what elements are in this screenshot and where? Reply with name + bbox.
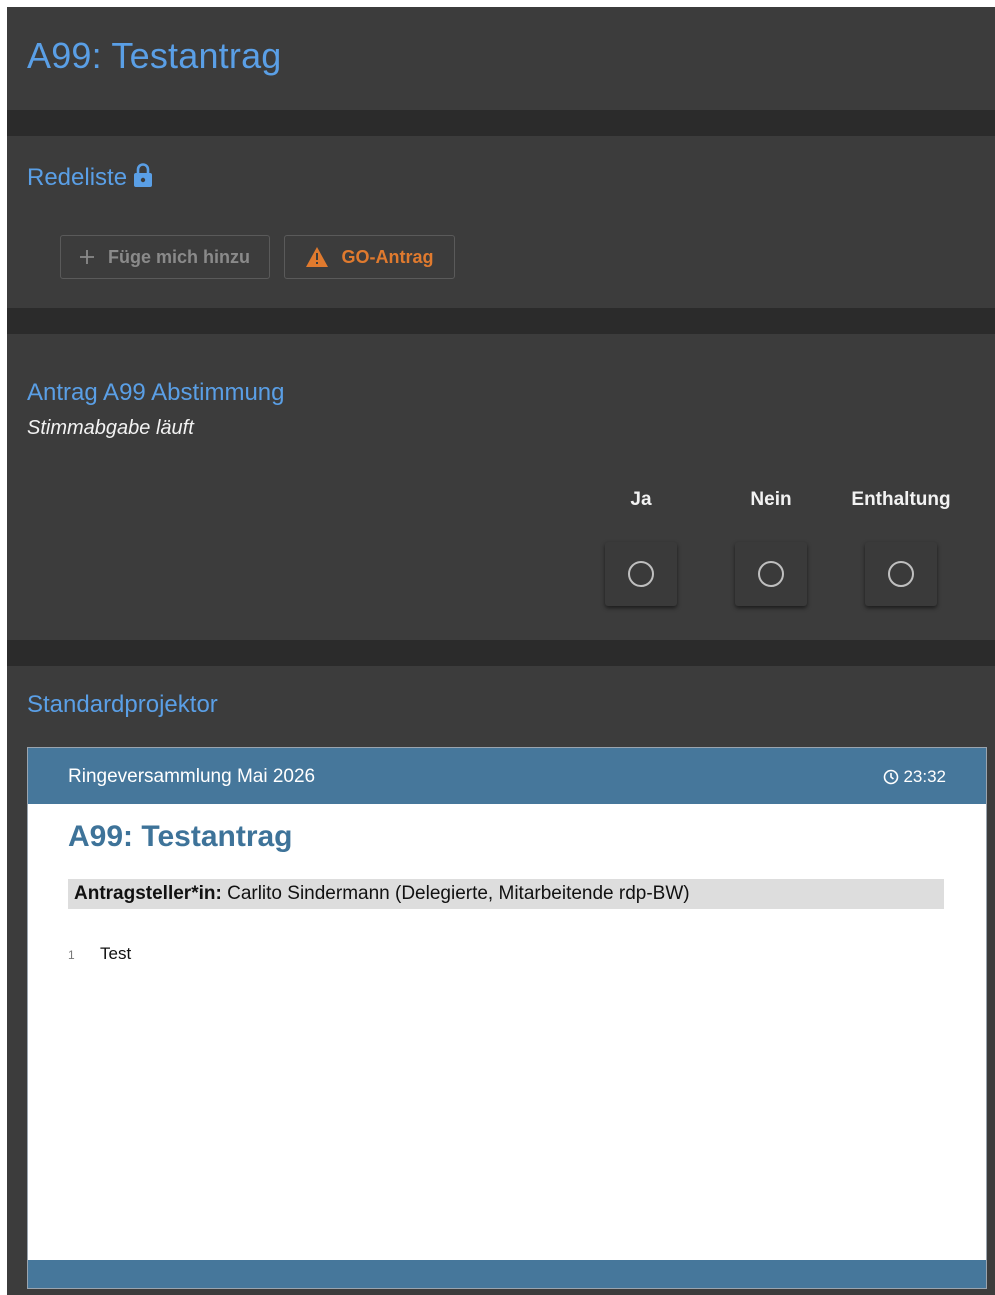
go-motion-label: GO-Antrag — [341, 246, 434, 267]
plus-icon — [80, 250, 94, 264]
warning-icon — [305, 247, 328, 267]
projector-view: Ringeversammlung Mai 2026 23:32 A99: Tes… — [27, 747, 987, 1289]
vote-label-nein: Nein — [750, 489, 792, 510]
submitter-box: Antragsteller*in: Carlito Sindermann (De… — [68, 879, 944, 909]
projector-header: Ringeversammlung Mai 2026 23:32 — [28, 748, 986, 804]
speakers-title: Redeliste — [27, 164, 128, 191]
projector-card: Standardprojektor Ringeversammlung Mai 2… — [7, 666, 995, 1295]
radio-icon — [628, 561, 654, 587]
projector-footer — [28, 1260, 986, 1288]
vote-label-enthaltung: Enthaltung — [851, 489, 951, 510]
speakers-heading: Redeliste — [27, 162, 153, 195]
vote-option-nein[interactable] — [735, 542, 807, 606]
projector-title: Standardprojektor — [27, 691, 218, 718]
add-me-label: Füge mich hinzu — [108, 246, 250, 267]
line-number: 1 — [68, 948, 75, 962]
app-frame: A99: Testantrag Redeliste Füge mich hinz… — [7, 7, 995, 1295]
poll-card: Antrag A99 Abstimmung Stimmabgabe läuft … — [7, 334, 995, 640]
motion-text: Test — [100, 944, 132, 963]
motion-title: A99: Testantrag — [68, 820, 293, 853]
submitter-label: Antragsteller*in: — [74, 883, 222, 904]
speakers-card: Redeliste Füge mich hinzu GO-Antrag — [7, 136, 995, 308]
title-card: A99: Testantrag — [7, 7, 995, 110]
radio-icon — [888, 561, 914, 587]
vote-label-ja: Ja — [630, 489, 652, 510]
event-name: Ringeversammlung Mai 2026 — [68, 766, 316, 787]
clock-time: 23:32 — [903, 767, 946, 786]
clock-icon — [883, 769, 899, 785]
vote-option-ja[interactable] — [605, 542, 677, 606]
page-title: A99: Testantrag — [27, 35, 282, 76]
add-me-button[interactable]: Füge mich hinzu — [60, 235, 270, 279]
submitter-value: Carlito Sindermann (Delegierte, Mitarbei… — [227, 883, 690, 904]
go-motion-button[interactable]: GO-Antrag — [284, 235, 455, 279]
projector-clock: 23:32 — [883, 767, 946, 787]
radio-icon — [758, 561, 784, 587]
vote-option-enthaltung[interactable] — [865, 542, 937, 606]
poll-status: Stimmabgabe läuft — [27, 417, 194, 439]
lock-icon — [133, 162, 153, 195]
poll-title: Antrag A99 Abstimmung — [27, 379, 285, 406]
